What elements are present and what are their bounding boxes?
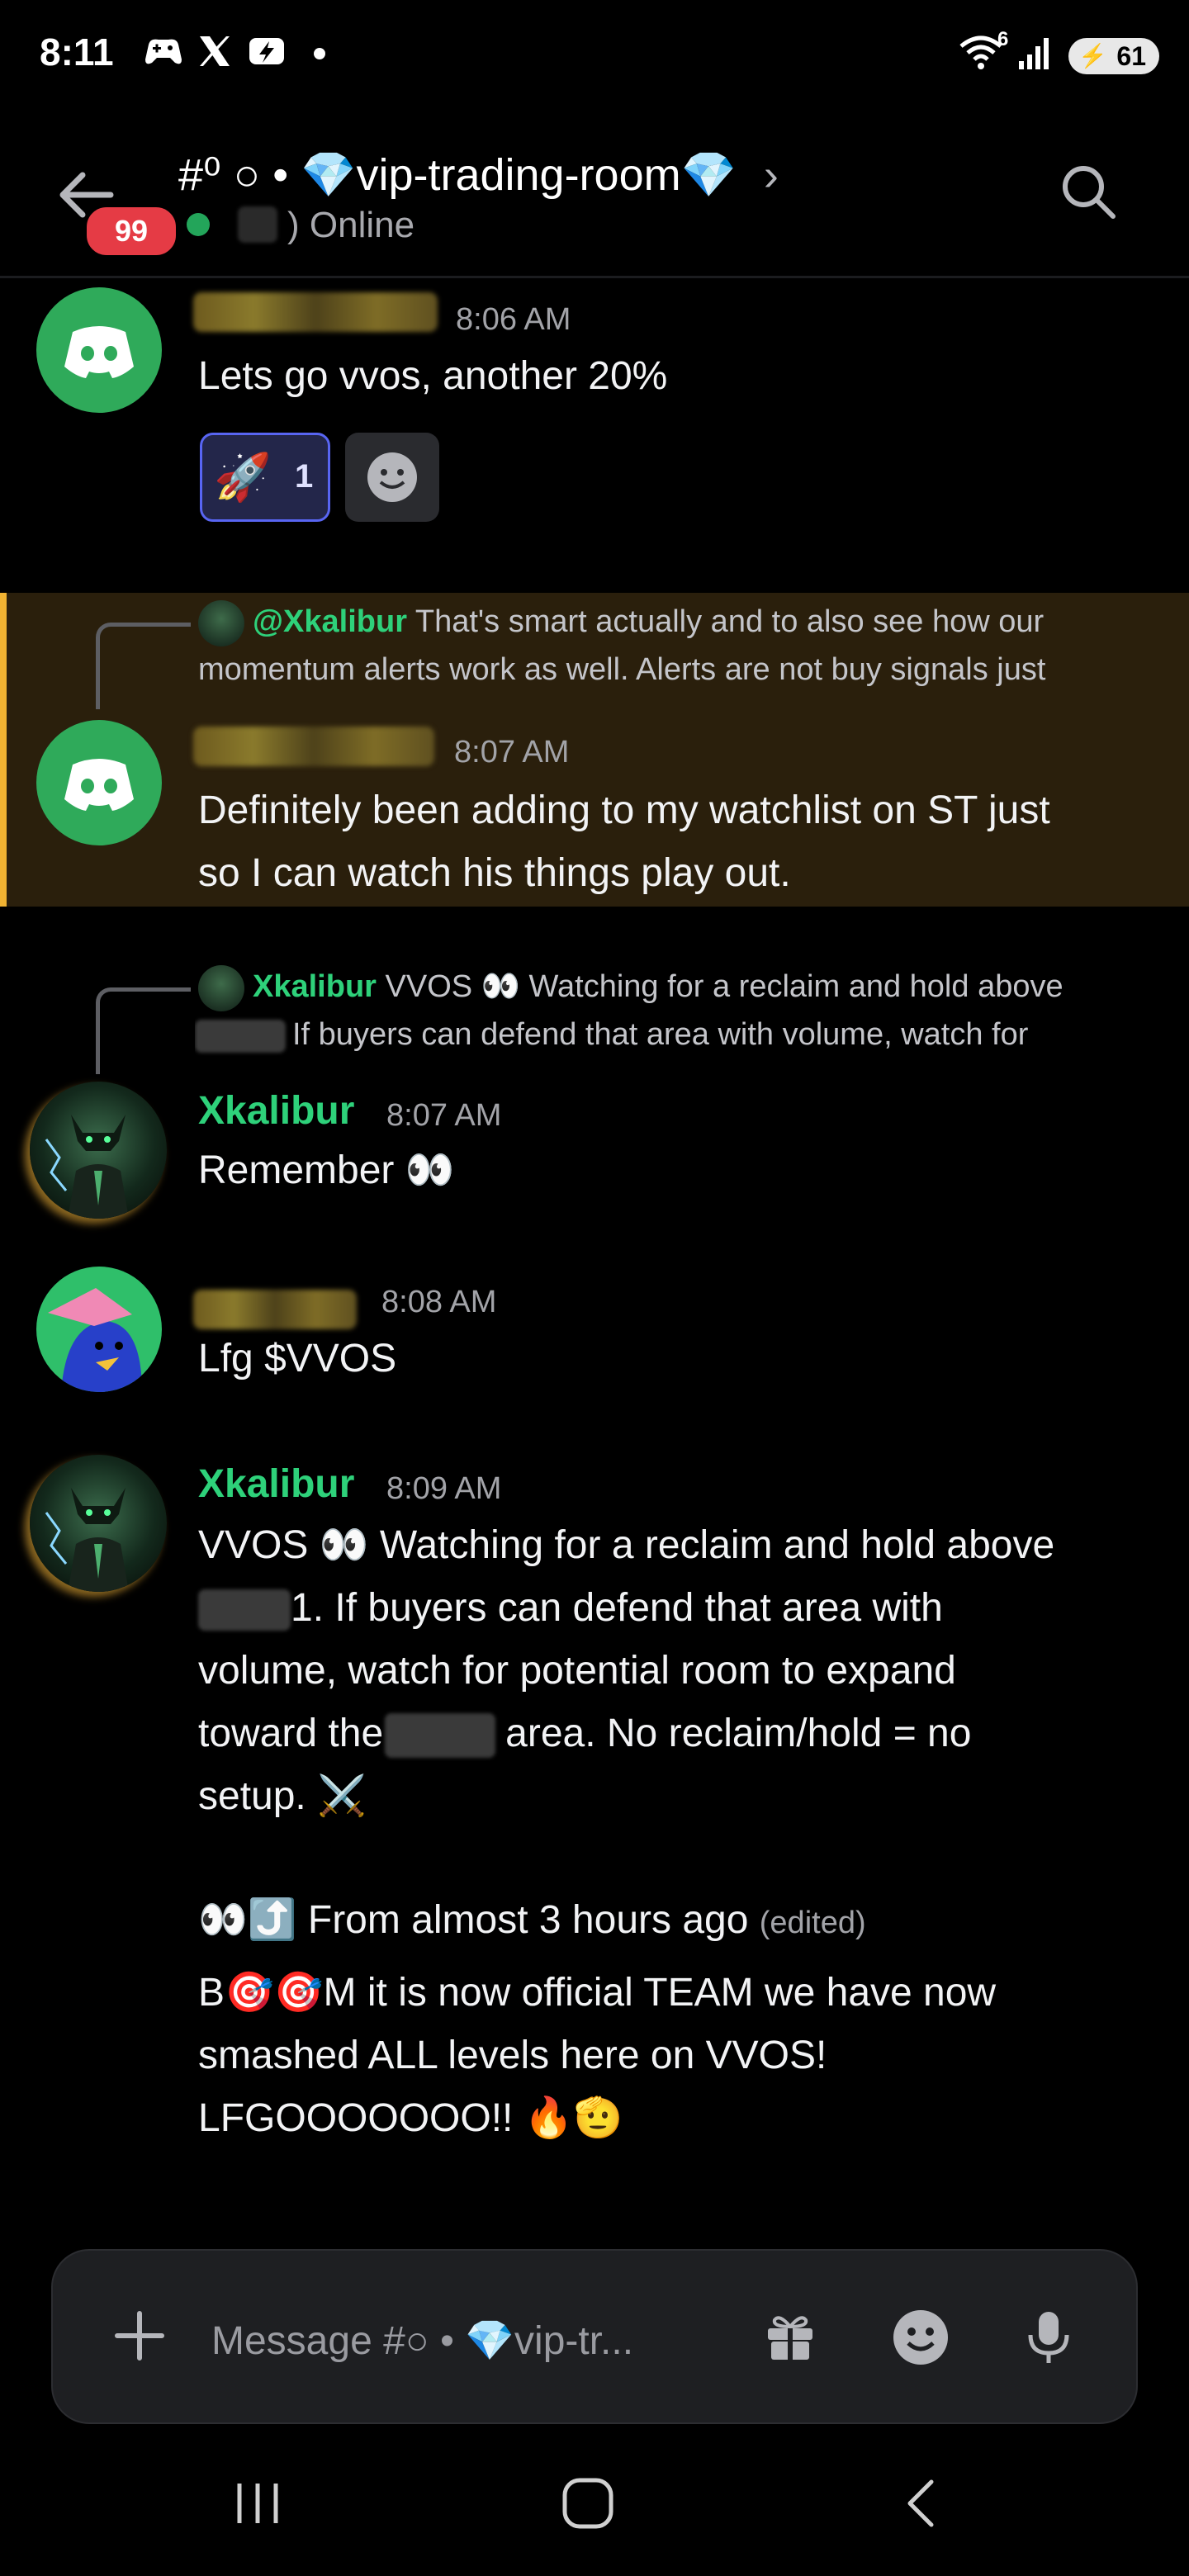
status-time: 8:11 [40, 31, 114, 73]
message-text: area. No reclaim/hold = no [505, 1712, 972, 1755]
cell-signal-icon [1017, 33, 1055, 69]
reply-text-line2: If buyers can defend that area with volu… [195, 1011, 1169, 1058]
search-icon[interactable] [1059, 162, 1118, 221]
xkalibur-avatar[interactable] [30, 1082, 167, 1219]
notification-dot-icon [314, 48, 325, 59]
message-text-line: VVOS 👀 Watching for a reclaim and hold a… [198, 1523, 1055, 1567]
message-input[interactable]: Message #○ • 💎vip-tr... [211, 2317, 633, 2364]
reply-preview[interactable]: @Xkalibur That's smart actually and to a… [198, 598, 1172, 646]
author-name[interactable]: Xkalibur [198, 1088, 354, 1134]
discord-default-avatar[interactable] [36, 287, 162, 413]
xkalibur-avatar[interactable] [30, 1455, 167, 1592]
mention-highlight-bar [0, 593, 7, 907]
rocket-emoji: 🚀 [214, 451, 272, 503]
microphone-icon[interactable] [1024, 2308, 1073, 2370]
unread-badge: 99 [83, 203, 180, 259]
reply-text: That's smart actually and to also see ho… [414, 604, 1045, 639]
message-text: 👀⤴️ From almost 3 hours ago [198, 1898, 749, 1942]
message-text-line: volume, watch for potential room to expa… [198, 1649, 956, 1693]
author-name-redacted [193, 292, 438, 332]
reply-author: Xkalibur [253, 969, 377, 1004]
message-text-line: Definitely been adding to my watchlist o… [198, 788, 1050, 832]
edited-label: (edited) [759, 1906, 866, 1940]
recent-apps-icon[interactable] [233, 2479, 282, 2532]
reply-preview[interactable]: Xkalibur VVOS 👀 Watching for a reclaim a… [198, 963, 1172, 1011]
back-nav-icon[interactable] [900, 2477, 941, 2534]
message-text-line: 👀⤴️ From almost 3 hours ago (edited) [198, 1889, 866, 1954]
message-text: Lets go vvos, another 20% [198, 354, 668, 398]
reply-text-line2: momentum alerts work as well. Alerts are… [198, 652, 1046, 687]
author-name[interactable]: Xkalibur [198, 1461, 354, 1507]
header-divider [0, 276, 1189, 278]
emoji-icon[interactable] [892, 2308, 950, 2370]
message-timestamp: 8:07 AM [386, 1098, 502, 1133]
message-text-line: smashed ALL levels here on VVOS! [198, 2034, 827, 2077]
smiley-icon [367, 452, 417, 502]
message-timestamp: 8:08 AM [381, 1285, 497, 1319]
message-text-line: toward the area. No reclaim/hold = no [198, 1702, 971, 1765]
home-icon[interactable] [560, 2475, 616, 2536]
message-text-line: LFGOOOOOOO!! 🔥🫡 [198, 2096, 623, 2140]
message-timestamp: 8:06 AM [456, 302, 571, 337]
battery-charge-icon: ⚡ [1078, 43, 1107, 69]
redacted-text [198, 1589, 291, 1631]
battery-indicator: ⚡ 61 [1068, 38, 1159, 74]
message-text: Remember 👀 [198, 1148, 455, 1192]
message-text-line: setup. ⚔️ [198, 1774, 367, 1818]
author-name-redacted [193, 1290, 357, 1329]
message-text-line: 1. If buyers can defend that area with [198, 1577, 943, 1640]
reply-avatar [198, 599, 244, 646]
author-name-redacted [193, 727, 434, 766]
reaction-chip[interactable]: 🚀 1 [200, 433, 330, 522]
reply-text: If buyers can defend that area with volu… [292, 1017, 1029, 1052]
message-text-line: B🎯🎯M it is now official TEAM we have now [198, 1971, 997, 2015]
gift-icon[interactable] [763, 2308, 817, 2367]
discord-default-avatar[interactable] [36, 720, 162, 845]
app-bolt-icon [246, 33, 287, 69]
gamepad-icon [144, 33, 183, 69]
user-avatar[interactable] [36, 1267, 162, 1392]
battery-level: 61 [1116, 41, 1146, 71]
wifi-generation-label: 6 [997, 28, 1009, 50]
online-count-redacted [238, 206, 277, 243]
online-status-dot [187, 213, 210, 236]
message-text: Lfg $VVOS [198, 1337, 397, 1380]
redacted-text [385, 1713, 496, 1759]
channel-name: #⁰ ○ • 💎vip-trading-room💎 [178, 150, 737, 200]
reply-author: @Xkalibur [253, 604, 407, 639]
message-timestamp: 8:09 AM [386, 1471, 502, 1506]
message-text: toward the [198, 1712, 384, 1755]
channel-title[interactable]: #⁰ ○ • 💎vip-trading-room💎 › [178, 149, 779, 201]
reply-connector [96, 987, 191, 1074]
reaction-count: 1 [295, 458, 314, 495]
x-logo-icon [197, 33, 233, 69]
add-reaction-button[interactable] [345, 433, 439, 522]
message-timestamp: 8:07 AM [454, 735, 570, 769]
message-text: 1. If buyers can defend that area with [291, 1586, 943, 1630]
reply-text: VVOS 👀 Watching for a reclaim and hold a… [385, 969, 1063, 1004]
reply-avatar [198, 964, 244, 1011]
message-text-line: so I can watch his things play out. [198, 851, 791, 895]
online-text: ) Online [287, 205, 415, 245]
plus-icon[interactable] [112, 2308, 167, 2367]
reply-connector [96, 623, 191, 709]
chevron-right-icon: › [763, 150, 779, 200]
redacted-text [195, 1019, 286, 1053]
